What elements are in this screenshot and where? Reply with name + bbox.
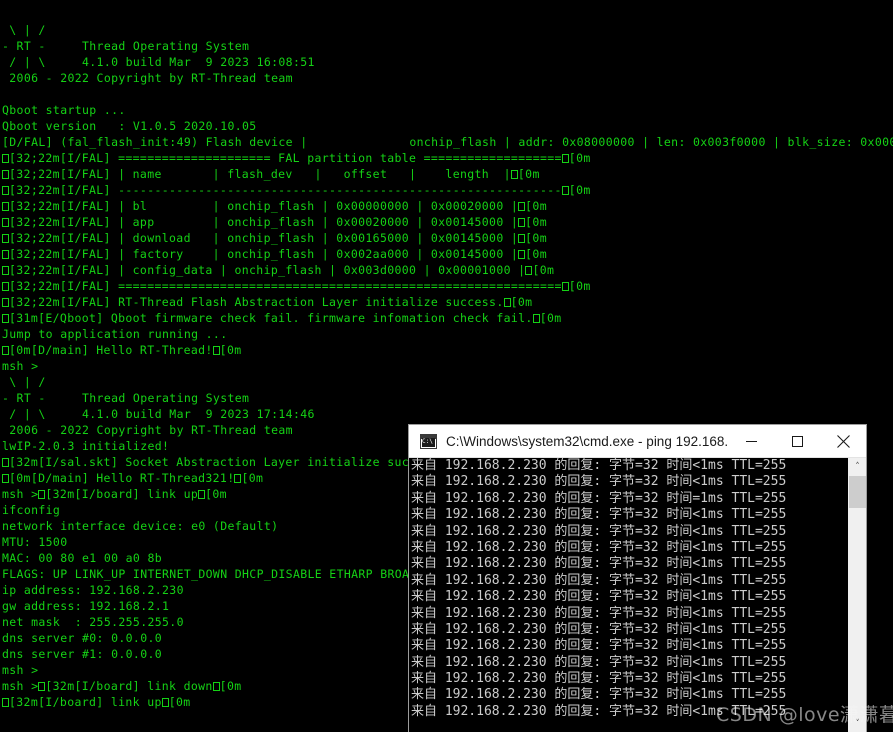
terminal-line: [32;22m[I/FAL] | app | onchip_flash | 0x…: [2, 214, 893, 230]
terminal-line: Qboot startup ...: [2, 103, 126, 117]
terminal-line: Qboot version : V1.0.5 2020.10.05: [2, 119, 257, 133]
ping-reply-line: 来自 192.168.2.230 的回复: 字节=32 时间<1ms TTL=2…: [411, 671, 787, 687]
terminal-line: [32;22m[I/FAL] RT-Thread Flash Abstracti…: [2, 294, 893, 310]
escape-box-glyph: [561, 282, 569, 291]
ping-reply-line: 来自 192.168.2.230 的回复: 字节=32 时间<1ms TTL=2…: [411, 458, 787, 473]
ping-reply-line: 来自 192.168.2.230 的回复: 字节=32 时间<1ms TTL=2…: [411, 605, 787, 621]
escape-box-glyph: [212, 682, 220, 691]
close-icon: [836, 434, 850, 448]
escape-box-glyph: [2, 298, 9, 307]
escape-box-glyph: [38, 682, 46, 691]
cmd-window-title: C:\Windows\system32\cmd.exe - ping 192.1…: [446, 433, 728, 449]
escape-box-glyph: [561, 154, 569, 163]
terminal-line: [D/FAL] (fal_flash_init:49) Flash device…: [2, 135, 893, 149]
ping-reply-line: 来自 192.168.2.230 的回复: 字节=32 时间<1ms TTL=2…: [411, 556, 787, 572]
terminal-line: \ | /: [2, 23, 46, 37]
escape-box-glyph: [2, 154, 9, 163]
escape-box-glyph: [2, 218, 9, 227]
escape-box-glyph: [2, 202, 9, 211]
cmd-vertical-scrollbar[interactable]: ˄ ˅: [848, 458, 866, 732]
ping-reply-line: 来自 192.168.2.230 的回复: 字节=32 时间<1ms TTL=2…: [411, 687, 787, 703]
terminal-line: [0m[D/main] Hello RT-Thread! [0m: [2, 342, 893, 358]
ping-reply-line: 来自 192.168.2.230 的回复: 字节=32 时间<1ms TTL=2…: [411, 621, 787, 637]
escape-box-glyph: [2, 234, 9, 243]
terminal-line: [32;22m[I/FAL] =========================…: [2, 278, 893, 294]
terminal-line: / | \ 4.1.0 build Mar 9 2023 16:08:51: [2, 55, 315, 69]
escape-box-glyph: [525, 266, 533, 275]
scroll-down-arrow-icon[interactable]: ˅: [849, 715, 866, 732]
terminal-line: [32;22m[I/FAL] | name | flash_dev | offs…: [2, 166, 893, 182]
escape-box-glyph: [532, 314, 540, 323]
ping-reply-line: 来自 192.168.2.230 的回复: 字节=32 时间<1ms TTL=2…: [411, 638, 787, 654]
escape-box-glyph: [510, 170, 518, 179]
terminal-line: - RT - Thread Operating System: [2, 391, 250, 405]
terminal-line: 2006 - 2022 Copyright by RT-Thread team: [2, 71, 293, 85]
ping-reply-line: 来自 192.168.2.230 的回复: 字节=32 时间=1ms TTL=2…: [411, 490, 787, 506]
terminal-line: [31m[E/Qboot] Qboot firmware check fail.…: [2, 310, 893, 326]
escape-box-glyph: [518, 202, 526, 211]
terminal-line: [32;22m[I/FAL] | download | onchip_flash…: [2, 230, 893, 246]
escape-box-glyph: [518, 234, 526, 243]
escape-box-glyph: [212, 346, 220, 355]
terminal-line: [32;22m[I/FAL] -------------------------…: [2, 182, 893, 198]
escape-box-glyph: [2, 282, 9, 291]
terminal-line: [32;22m[I/FAL] | bl | onchip_flash | 0x0…: [2, 198, 893, 214]
ping-reply-line: 来自 192.168.2.230 的回复: 字节=32 时间<1ms TTL=2…: [411, 654, 787, 670]
close-button[interactable]: [820, 426, 866, 457]
ping-reply-line: 来自 192.168.2.230 的回复: 字节=32 时间<1ms TTL=2…: [411, 474, 787, 490]
terminal-line: - RT - Thread Operating System: [2, 39, 250, 53]
ping-reply-line: 来自 192.168.2.230 的回复: 字节=32 时间<1ms TTL=2…: [411, 572, 787, 588]
terminal-line: [32;22m[I/FAL] | config_data | onchip_fl…: [2, 262, 893, 278]
terminal-line: [32;22m[I/FAL] ===================== FAL…: [2, 150, 893, 166]
escape-box-glyph: [518, 250, 526, 259]
escape-box-glyph: [234, 474, 242, 483]
terminal-line: [32;22m[I/FAL] | factory | onchip_flash …: [2, 246, 893, 262]
terminal-line: \ | /: [2, 375, 46, 389]
terminal-line: Jump to application running ...: [2, 327, 228, 341]
escape-box-glyph: [2, 314, 9, 323]
escape-box-glyph: [2, 458, 9, 467]
cmd-window-body: 来自 192.168.2.230 的回复: 字节=32 时间<1ms TTL=2…: [409, 458, 866, 732]
ping-reply-line: 来自 192.168.2.230 的回复: 字节=32 时间<1ms TTL=2…: [411, 507, 787, 523]
minimize-button[interactable]: [728, 426, 774, 457]
cmd-icon: [420, 433, 437, 449]
cmd-window-titlebar[interactable]: C:\Windows\system32\cmd.exe - ping 192.1…: [409, 425, 866, 458]
scroll-up-arrow-icon[interactable]: ˄: [849, 458, 866, 475]
escape-box-glyph: [2, 266, 9, 275]
terminal-line: msh >: [2, 359, 39, 373]
minimize-icon: [745, 440, 757, 442]
ping-reply-line: 来自 192.168.2.230 的回复: 字节=32 时间<1ms TTL=2…: [411, 589, 787, 605]
escape-box-glyph: [198, 490, 206, 499]
escape-box-glyph: [2, 186, 9, 195]
ping-reply-line: 来自 192.168.2.230 的回复: 字节=32 时间<1ms TTL=2…: [411, 703, 787, 719]
escape-box-glyph: [2, 250, 9, 259]
cmd-exe-window[interactable]: C:\Windows\system32\cmd.exe - ping 192.1…: [409, 425, 866, 732]
escape-box-glyph: [518, 218, 526, 227]
escape-box-glyph: [2, 170, 9, 179]
escape-box-glyph: [2, 474, 9, 483]
escape-box-glyph: [503, 298, 511, 307]
escape-box-glyph: [2, 698, 9, 707]
terminal-line: / | \ 4.1.0 build Mar 9 2023 17:14:46: [2, 407, 315, 421]
escape-box-glyph: [2, 346, 9, 355]
cmd-console-output[interactable]: 来自 192.168.2.230 的回复: 字节=32 时间<1ms TTL=2…: [409, 458, 848, 732]
scrollbar-thumb[interactable]: [849, 476, 866, 508]
maximize-button[interactable]: [774, 426, 820, 457]
ping-reply-line: 来自 192.168.2.230 的回复: 字节=32 时间<1ms TTL=2…: [411, 523, 787, 539]
escape-box-glyph: [38, 490, 46, 499]
escape-box-glyph: [161, 698, 169, 707]
maximize-icon: [791, 435, 803, 447]
escape-box-glyph: [561, 186, 569, 195]
ping-reply-line: 来自 192.168.2.230 的回复: 字节=32 时间<1ms TTL=2…: [411, 539, 787, 555]
